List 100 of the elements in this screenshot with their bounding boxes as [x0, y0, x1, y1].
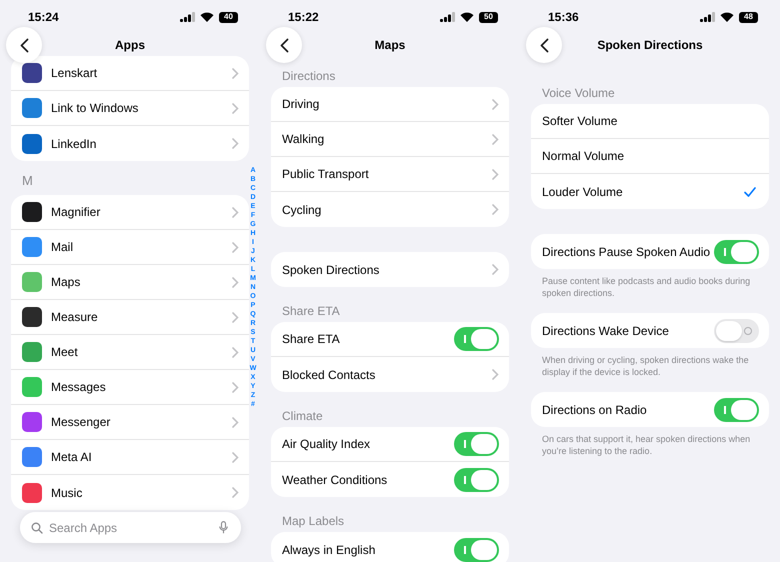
list-row[interactable]: Public Transport — [271, 157, 509, 192]
chevron-icon — [232, 102, 239, 114]
toggle-switch[interactable] — [714, 318, 759, 342]
toggle-switch[interactable] — [454, 468, 499, 492]
chevron-icon — [232, 452, 239, 462]
row-label: Measure — [51, 309, 99, 326]
toggle-switch[interactable] — [714, 240, 759, 264]
list-row[interactable]: Meta AI — [11, 440, 249, 475]
list-row[interactable]: Directions on Radio — [531, 392, 769, 427]
back-icon — [20, 38, 28, 52]
row-label: Meet — [51, 344, 79, 361]
list-row[interactable]: Walking — [271, 122, 509, 157]
section-footer: When driving or cycling, spoken directions wake the display if the device is locked. — [531, 348, 769, 378]
row-label: Blocked Contacts — [282, 366, 376, 384]
chevron-icon — [232, 68, 239, 78]
toggle-switch[interactable] — [454, 432, 499, 456]
section-header: Map Labels — [281, 513, 346, 529]
row-label: Magnifier — [51, 204, 102, 221]
section-header: Directions — [281, 68, 336, 84]
list-row[interactable]: Maps — [11, 265, 249, 300]
list-row[interactable]: Driving — [271, 87, 509, 122]
status-time: 15:24 — [28, 9, 59, 26]
screen-title: Apps — [115, 37, 145, 54]
back-icon — [540, 38, 548, 52]
list-row[interactable]: Softer Volume — [531, 104, 769, 139]
row-label: Link to Windows — [51, 100, 140, 117]
wifi-icon — [460, 12, 474, 22]
row-label: Cycling — [282, 202, 322, 218]
chevron-icon — [232, 138, 239, 149]
list-row[interactable]: Directions Wake Device — [531, 313, 769, 348]
section-header: Voice Volume — [541, 85, 616, 101]
list-row[interactable]: Link to Windows — [11, 91, 249, 126]
screen-title: Maps — [374, 37, 406, 54]
list-row[interactable]: Louder Volume — [531, 174, 769, 209]
list-row[interactable]: Blocked Contacts — [271, 357, 509, 392]
chevron-icon — [232, 382, 239, 392]
section-header: Share ETA — [281, 303, 341, 319]
list-row[interactable]: Air Quality Index — [271, 427, 509, 462]
list-row[interactable]: Directions Pause Spoken Audio — [531, 234, 769, 269]
list-row[interactable]: Cycling — [271, 192, 509, 227]
toggle-switch[interactable] — [714, 398, 759, 422]
chevron-icon — [232, 487, 239, 498]
row-label: Directions Pause Spoken Audio — [542, 244, 712, 260]
chevron-icon — [492, 264, 499, 275]
section-footer: On cars that support it, hear spoken directions when you’re listening to the radio. — [531, 427, 769, 457]
chevron-icon — [232, 276, 239, 288]
row-label: Directions on Radio — [542, 402, 648, 418]
list-row[interactable]: Share ETA — [271, 322, 509, 357]
list-row[interactable]: Lenskart — [11, 56, 249, 91]
battery-level: 40 — [219, 12, 238, 22]
list-row[interactable]: Magnifier — [11, 195, 249, 230]
list-row[interactable]: LinkedIn — [11, 126, 249, 161]
list-row[interactable]: Messenger — [11, 405, 249, 440]
back-button[interactable] — [6, 27, 42, 63]
list-row[interactable]: Spoken Directions — [271, 252, 509, 287]
microphone-icon — [219, 521, 228, 534]
back-button[interactable] — [526, 27, 562, 63]
row-label: Spoken Directions — [282, 262, 380, 278]
search-icon — [31, 522, 43, 534]
row-label: Normal Volume — [542, 148, 626, 165]
list-row[interactable]: Normal Volume — [531, 139, 769, 174]
chevron-icon — [492, 168, 499, 180]
list-row[interactable]: Messages — [11, 370, 249, 405]
row-label: Walking — [282, 131, 326, 148]
list-row[interactable]: Mail — [11, 230, 249, 265]
row-label: Messages — [51, 379, 107, 396]
section-footer: Pause content like podcasts and audio books during spoken directions. — [531, 269, 769, 299]
row-label: Share ETA — [282, 331, 341, 348]
section-header: M — [21, 173, 34, 189]
wifi-icon — [720, 12, 734, 22]
row-label: Maps — [51, 274, 82, 291]
list-row[interactable]: Measure — [11, 300, 249, 335]
row-label: Mail — [51, 239, 74, 256]
back-button[interactable] — [266, 27, 302, 63]
list-row[interactable]: Always in English — [271, 532, 509, 562]
list-row[interactable]: Meet — [11, 335, 249, 370]
toggle-switch[interactable] — [454, 327, 499, 351]
screen-title: Spoken Directions — [597, 37, 703, 54]
search-field[interactable]: Search Apps — [20, 512, 241, 543]
chevron-icon — [232, 346, 239, 358]
row-label: Public Transport — [282, 166, 370, 183]
toggle-switch[interactable] — [454, 538, 499, 562]
signal-icon — [180, 12, 195, 22]
list-row[interactable]: Music — [11, 475, 249, 510]
chevron-icon — [492, 204, 499, 215]
wifi-icon — [200, 12, 214, 22]
battery-level: 50 — [479, 12, 498, 22]
chevron-icon — [232, 312, 239, 322]
row-label: Lenskart — [51, 65, 98, 82]
back-icon — [280, 38, 288, 52]
row-label: Music — [51, 484, 84, 502]
chevron-icon — [232, 242, 239, 252]
list-row[interactable]: Weather Conditions — [271, 462, 509, 497]
row-label: Meta AI — [51, 449, 93, 466]
section-header: Climate — [281, 408, 324, 424]
chevron-icon — [492, 98, 499, 110]
battery-level: 48 — [739, 12, 758, 22]
signal-icon — [700, 12, 715, 22]
chevron-icon — [492, 134, 499, 144]
row-label: LinkedIn — [51, 136, 98, 152]
